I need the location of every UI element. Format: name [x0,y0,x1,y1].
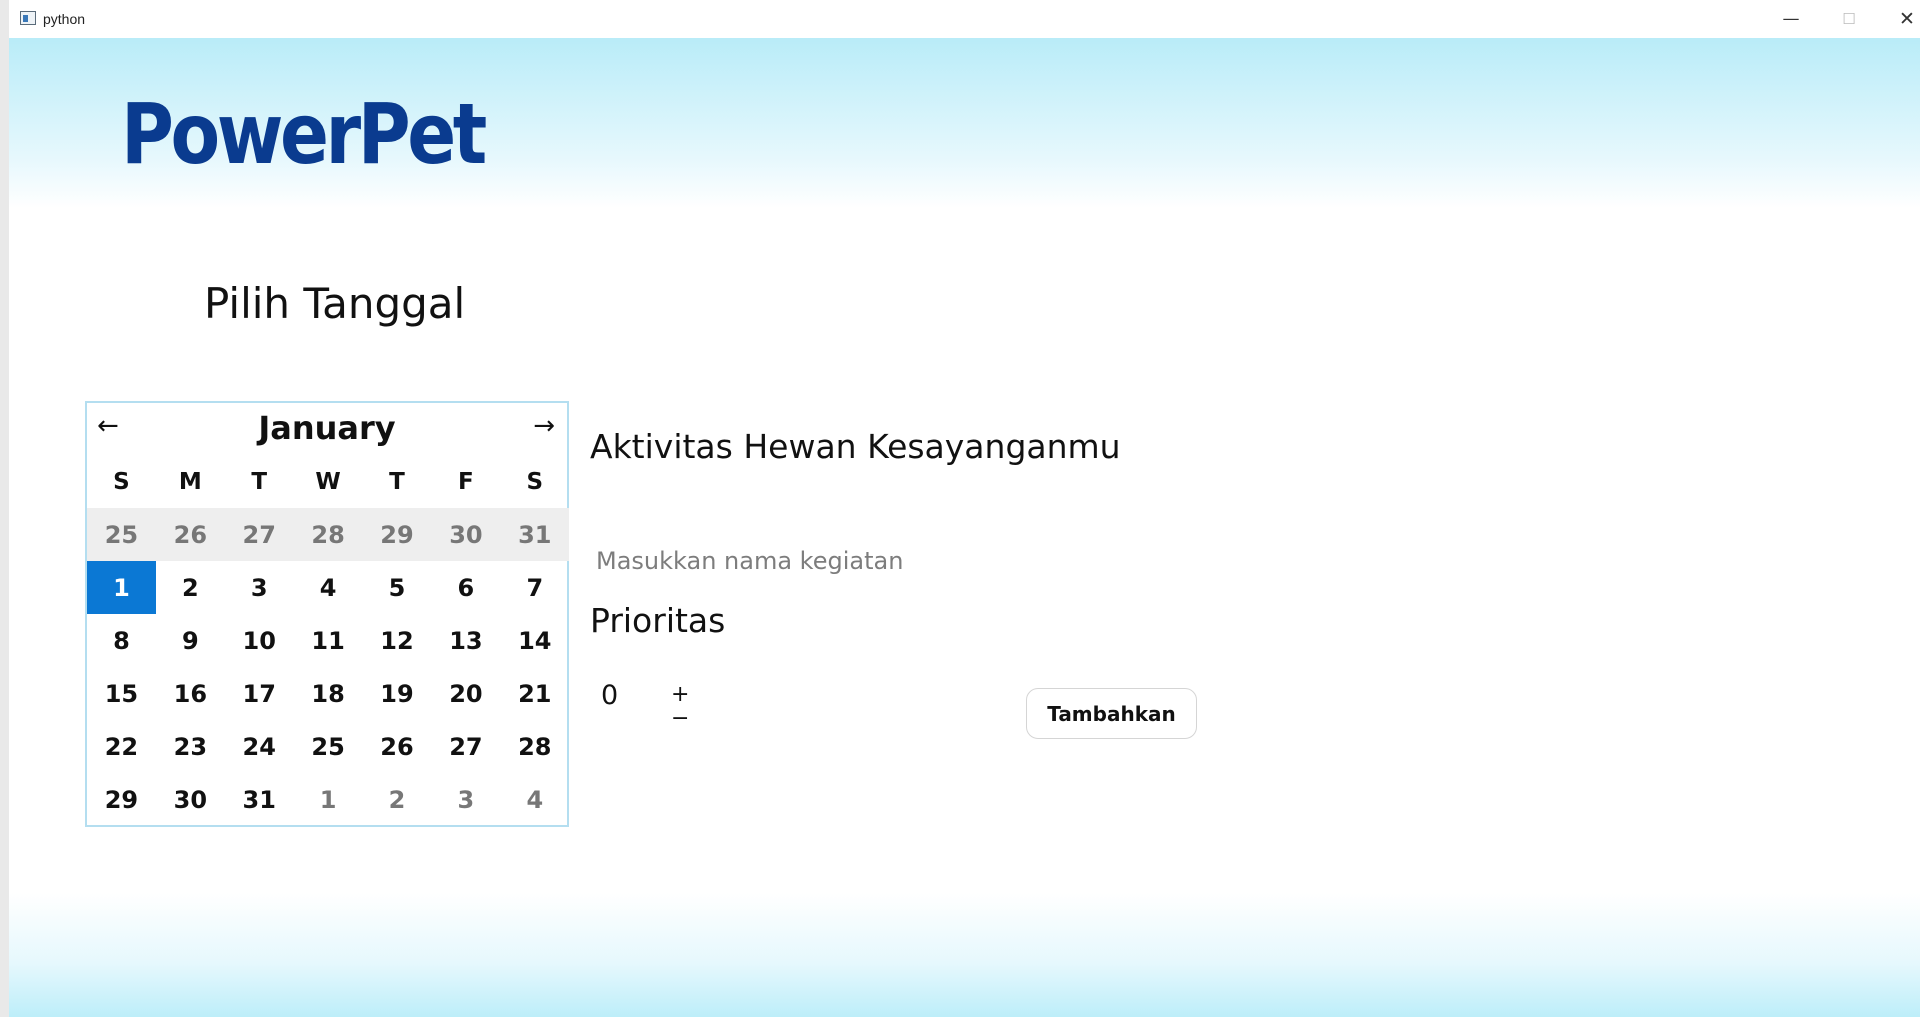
calendar-day[interactable]: 12 [363,614,432,667]
calendar-day[interactable]: 16 [156,667,225,720]
weekday-header: F [458,468,474,495]
next-month-arrow-icon[interactable]: → [533,411,555,441]
window-app-icon [20,11,36,25]
add-activity-button[interactable]: Tambahkan [1026,688,1197,739]
calendar-day[interactable]: 14 [500,614,569,667]
priority-value: 0 [601,680,619,711]
calendar-day[interactable]: 22 [87,720,156,773]
calendar-day[interactable]: 11 [294,614,363,667]
priority-decrement-button[interactable]: − [671,708,689,730]
calendar-day-outside[interactable]: 29 [362,508,432,561]
activity-name-input[interactable] [596,543,956,579]
calendar-day[interactable]: 6 [431,561,500,614]
calendar-day-outside[interactable]: 4 [500,773,569,826]
calendar-day[interactable]: 26 [363,720,432,773]
calendar: ← January → S M T W T F S 25 26 27 28 29… [85,401,570,827]
calendar-day[interactable]: 8 [87,614,156,667]
close-button[interactable]: ✕ [1878,0,1920,38]
calendar-day-outside[interactable]: 25 [87,508,156,561]
calendar-day[interactable]: 30 [156,773,225,826]
weekday-header: S [526,468,544,495]
calendar-day-outside[interactable]: 28 [293,508,363,561]
calendar-day[interactable]: 17 [225,667,294,720]
minimize-button[interactable]: — [1762,0,1820,38]
calendar-day-outside[interactable]: 1 [294,773,363,826]
calendar-day-outside[interactable]: 2 [363,773,432,826]
priority-increment-button[interactable]: + [671,684,689,706]
weekday-header: M [178,468,202,495]
app-logo: PowerPet [121,85,487,183]
calendar-day[interactable]: 21 [500,667,569,720]
window-title: python [43,11,86,27]
weekday-header: T [251,468,268,495]
calendar-day[interactable]: 10 [225,614,294,667]
maximize-button[interactable]: ☐ [1820,0,1878,38]
weekday-header: T [389,468,405,495]
calendar-header: ← January → [87,403,567,453]
weekday-header: W [315,468,341,495]
weekday-header: S [113,468,130,495]
calendar-day[interactable]: 5 [363,561,432,614]
calendar-day[interactable]: 3 [225,561,294,614]
calendar-day[interactable]: 19 [363,667,432,720]
calendar-day[interactable]: 4 [294,561,363,614]
calendar-day[interactable]: 23 [156,720,225,773]
calendar-day[interactable]: 18 [294,667,363,720]
calendar-day[interactable]: 28 [500,720,569,773]
calendar-day[interactable]: 9 [156,614,225,667]
calendar-day[interactable]: 31 [225,773,294,826]
calendar-day-outside[interactable]: 27 [224,508,294,561]
calendar-day[interactable]: 25 [294,720,363,773]
calendar-month-title: January [258,409,396,447]
calendar-grid: S M T W T F S 25 26 27 28 29 30 31 1 2 3… [87,455,570,826]
calendar-day[interactable]: 2 [156,561,225,614]
activity-heading: Aktivitas Hewan Kesayanganmu [590,427,1121,466]
priority-label: Prioritas [590,601,726,640]
calendar-day-outside[interactable]: 26 [155,508,225,561]
calendar-day-outside[interactable]: 3 [431,773,500,826]
calendar-day[interactable]: 20 [431,667,500,720]
date-heading: Pilih Tanggal [204,279,466,328]
calendar-day[interactable]: 7 [500,561,569,614]
window-titlebar: python — ☐ ✕ [9,0,1920,39]
calendar-day[interactable]: 13 [431,614,500,667]
calendar-day-outside[interactable]: 30 [431,508,501,561]
calendar-day[interactable]: 29 [87,773,156,826]
calendar-day-selected[interactable]: 1 [87,561,156,614]
calendar-day[interactable]: 24 [225,720,294,773]
calendar-day[interactable]: 27 [431,720,500,773]
calendar-day-outside[interactable]: 31 [500,508,570,561]
calendar-day[interactable]: 15 [87,667,156,720]
